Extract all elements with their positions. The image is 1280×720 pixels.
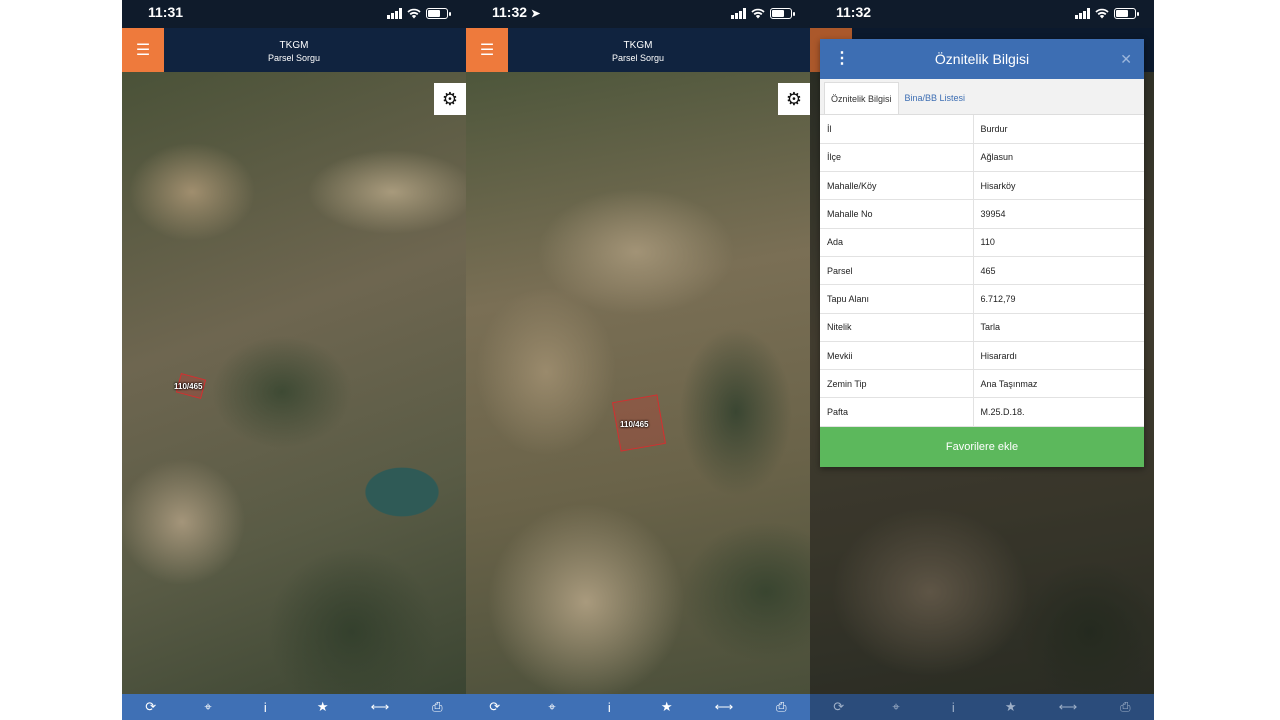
tab-attribute-info[interactable]: Öznitelik Bilgisi [824,82,899,114]
status-bar: 11:31 [122,0,466,28]
refresh-icon[interactable]: ⟳ [483,699,507,715]
settings-button[interactable]: ⚙ [434,83,466,115]
attribute-modal: ⋮ Öznitelik Bilgisi ✕ Öznitelik Bilgisi … [820,39,1144,467]
battery-icon [1114,8,1139,19]
gear-icon: ⚙ [785,88,803,109]
measure-icon: ⟷ [1058,699,1078,714]
attribute-value: 39954 [973,199,1144,229]
gear-icon: ⚙ [441,88,459,109]
satellite-map[interactable] [466,72,810,694]
signal-icon [1075,8,1090,19]
status-time: 11:32 [492,4,528,20]
location-arrow-icon: ➤ [531,8,541,20]
app-title: TKGM [279,40,309,51]
attribute-key: Ada [820,228,974,257]
app-header: ☰ TKGM Parsel Sorgu [122,28,466,72]
star-icon[interactable]: ★ [655,699,679,715]
table-row: Pafta M.25.D.18. [820,397,1144,427]
attribute-value: Burdur [973,115,1144,144]
settings-button[interactable]: ⚙ [778,83,810,115]
screen-1: 11:31 ☰ TKGM Parsel Sorgu ⚙ 110/465 ⟳ ⌖ … [122,0,466,720]
app-subtitle: Parsel Sorgu [267,53,321,63]
info-icon[interactable]: i [253,700,277,715]
info-icon[interactable]: i [597,700,621,715]
print-icon[interactable]: ⎙ [769,699,793,715]
bottom-toolbar: ⟳ ⌖ i ★ ⟷ ⎙ [122,694,466,720]
app-subtitle: Parsel Sorgu [611,53,665,63]
table-row: Mahalle No 39954 [820,199,1144,229]
add-favorite-button[interactable]: Favorilere ekle [820,426,1144,467]
wifi-icon [1095,8,1109,19]
attribute-value: Tarla [973,313,1144,342]
kebab-menu-icon[interactable]: ⋮ [834,39,850,79]
star-icon: ★ [1004,699,1017,714]
attribute-value: 6.712,79 [973,284,1144,314]
attribute-key: Pafta [820,397,974,427]
screen-2: 11:32 ➤ ☰ TKGM Parsel Sorgu ⚙ 110/465 ⟳ ⌖… [466,0,810,720]
attribute-value: 110 [973,228,1144,257]
attribute-value: 465 [973,256,1144,286]
print-icon: ⎙ [1120,699,1131,714]
table-row: Mevkii Hisarardı [820,341,1144,371]
attribute-key: Mevkii [820,341,974,371]
bottom-toolbar: ⟳ ⌖ i ★ ⟷ ⎙ [810,694,1154,720]
locate-icon[interactable]: ⌖ [540,699,564,715]
hamburger-icon: ☰ [135,42,151,59]
table-row: İl Burdur [820,115,1144,144]
parcel-label: 110/465 [620,420,649,429]
attribute-table: İl Burdur İlçe Ağlasun Mahalle/Köy Hisarköy Ma… [820,115,1144,427]
attribute-value: Ağlasun [973,143,1144,173]
refresh-icon[interactable]: ⟳ [139,699,163,715]
modal-header: ⋮ Öznitelik Bilgisi ✕ [820,39,1144,79]
attribute-key: Mahalle No [820,199,974,229]
hamburger-icon: ☰ [479,42,495,59]
refresh-icon: ⟳ [833,699,845,714]
status-time: 11:32 [836,4,872,20]
table-row: Nitelik Tarla [820,313,1144,342]
tab-building-list[interactable]: Bina/BB Listesi [899,82,972,114]
attribute-key: İl [820,115,974,144]
table-row: Zemin Tip Ana Taşınmaz [820,369,1144,399]
measure-icon[interactable]: ⟷ [368,699,392,715]
measure-icon[interactable]: ⟷ [712,699,736,715]
attribute-key: İlçe [820,143,974,173]
wifi-icon [407,8,421,19]
table-row: Ada 110 [820,228,1144,257]
parcel-label: 110/465 [174,382,203,391]
close-icon[interactable]: ✕ [1120,39,1132,79]
bottom-toolbar: ⟳ ⌖ i ★ ⟷ ⎙ [466,694,810,720]
info-icon: i [951,699,955,715]
table-row: İlçe Ağlasun [820,143,1144,173]
attribute-key: Parsel [820,256,974,286]
status-bar: 11:32 ➤ [466,0,810,28]
table-row: Parsel 465 [820,256,1144,286]
status-bar: 11:32 [810,0,1154,28]
print-icon[interactable]: ⎙ [425,699,449,715]
attribute-key: Zemin Tip [820,369,974,399]
battery-icon [770,8,795,19]
app-header: ☰ TKGM Parsel Sorgu [466,28,810,72]
locate-icon: ⌖ [892,699,900,714]
attribute-value: Hisarköy [973,171,1144,201]
menu-button[interactable]: ☰ [466,28,508,72]
menu-button[interactable]: ☰ [122,28,164,72]
attribute-key: Mahalle/Köy [820,171,974,201]
star-icon[interactable]: ★ [311,699,335,715]
table-row: Tapu Alanı 6.712,79 [820,284,1144,314]
wifi-icon [751,8,765,19]
modal-title: Öznitelik Bilgisi [934,51,1030,67]
signal-icon [731,8,746,19]
status-time: 11:31 [148,4,184,20]
attribute-value: M.25.D.18. [973,397,1144,427]
attribute-value: Ana Taşınmaz [973,369,1144,399]
attribute-key: Tapu Alanı [820,284,974,314]
table-row: Mahalle/Köy Hisarköy [820,171,1144,201]
battery-icon [426,8,451,19]
locate-icon[interactable]: ⌖ [196,699,220,715]
attribute-key: Nitelik [820,313,974,342]
app-title: TKGM [623,40,653,51]
attribute-value: Hisarardı [973,341,1144,371]
signal-icon [387,8,402,19]
modal-tabs: Öznitelik Bilgisi Bina/BB Listesi [820,79,1144,115]
